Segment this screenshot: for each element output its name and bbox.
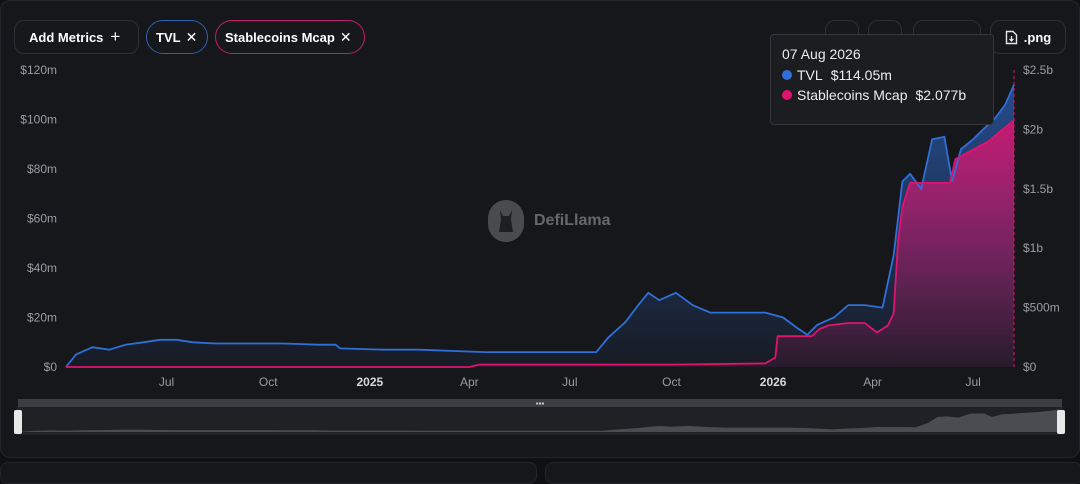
y-right-tick-label: $2b (1023, 122, 1043, 136)
bottom-card-left (0, 462, 537, 484)
y-left-tick-label: $100m (20, 113, 57, 127)
x-tick-label: Jul (965, 375, 980, 389)
y-left-tick-label: $40m (27, 261, 57, 275)
x-tick-label: Jul (562, 375, 577, 389)
y-left-tick-label: $0 (44, 360, 58, 374)
brush-right-handle[interactable] (1057, 410, 1065, 434)
x-tick-label: 2025 (356, 375, 383, 389)
y-right-tick-label: $0 (1023, 360, 1037, 374)
y-left-tick-label: $20m (27, 311, 57, 325)
tooltip-series-name: Stablecoins Mcap (797, 87, 908, 103)
brush-grip-icon[interactable]: ▪▪▪ (536, 399, 545, 408)
tooltip-series-name: TVL (797, 67, 823, 83)
x-tick-label: Apr (460, 375, 479, 389)
tooltip-row-stablecoins: Stablecoins Mcap $2.077b (782, 87, 982, 103)
y-right-tick-label: $1.5b (1023, 182, 1053, 196)
tooltip-series-value: $2.077b (915, 87, 967, 103)
x-tick-label: Apr (863, 375, 882, 389)
chart-tooltip: 07 Aug 2026 TVL $114.05m Stablecoins Mca… (770, 34, 994, 125)
y-left-tick-label: $120m (20, 63, 57, 77)
time-range-brush[interactable]: ▪▪▪ (0, 396, 1080, 446)
x-tick-label: Oct (259, 375, 278, 389)
stablecoins-mcap-area (66, 120, 1014, 367)
y-right-tick-label: $500m (1023, 301, 1060, 315)
x-tick-label: Jul (159, 375, 174, 389)
tooltip-row-tvl: TVL $114.05m (782, 67, 982, 83)
tooltip-series-value: $114.05m (830, 67, 892, 83)
x-tick-label: 2026 (760, 375, 787, 389)
tooltip-date: 07 Aug 2026 (782, 46, 861, 62)
stablecoins-dot-icon (782, 90, 792, 100)
tvl-dot-icon (782, 70, 792, 80)
bottom-card-right (545, 462, 1080, 484)
y-left-tick-label: $80m (27, 162, 57, 176)
x-tick-label: Oct (662, 375, 681, 389)
tvl-area (66, 84, 1014, 367)
y-left-tick-label: $60m (27, 212, 57, 226)
y-right-tick-label: $1b (1023, 241, 1043, 255)
brush-left-handle[interactable] (14, 410, 22, 434)
y-right-tick-label: $2.5b (1023, 63, 1053, 77)
